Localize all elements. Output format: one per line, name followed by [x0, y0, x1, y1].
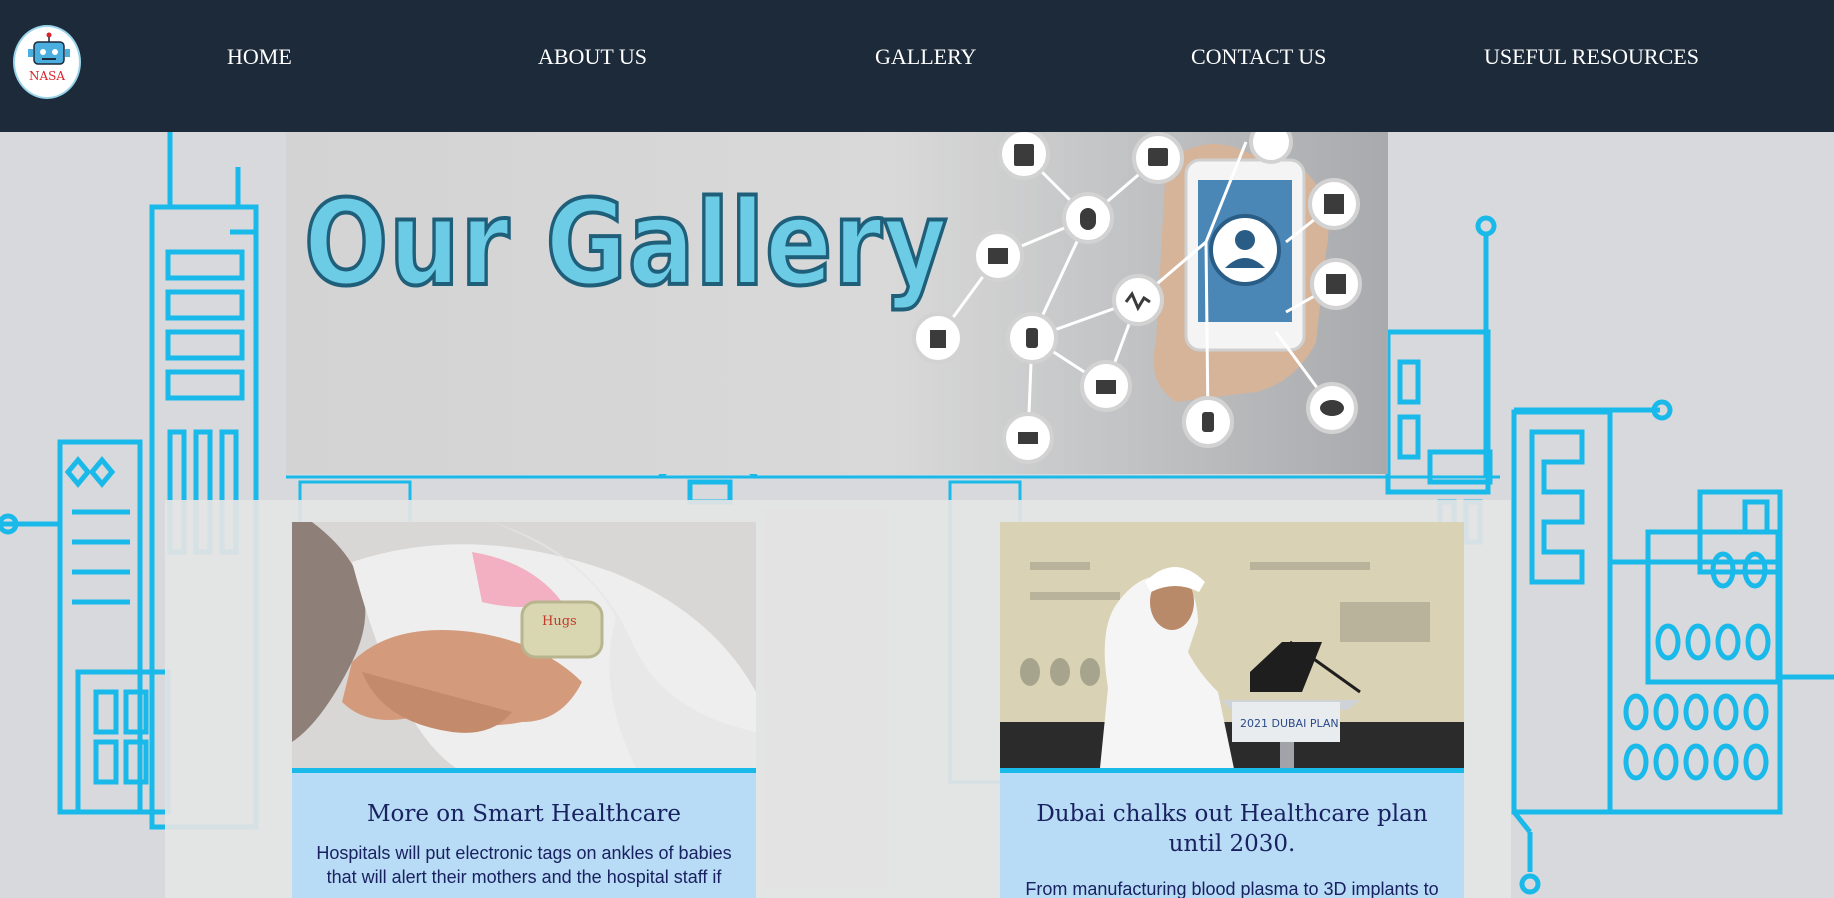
card-title[interactable]: Dubai chalks out Healthcare plan until 2…: [1008, 799, 1456, 859]
ankle-tag-text: Hugs: [542, 614, 577, 629]
nav-gallery-link[interactable]: GALLERY: [875, 44, 976, 70]
nav-home-link[interactable]: HOME: [227, 44, 292, 70]
nav-resources-link[interactable]: USEFUL RESOURCES: [1484, 44, 1699, 70]
card-text: Hospitals will put electronic tags on an…: [316, 843, 732, 887]
top-navbar: NASA HOME ABOUT US GALLERY CONTACT US US…: [0, 0, 1834, 132]
card-body: More on Smart Healthcare Hospitals will …: [292, 773, 756, 898]
card-text: From manufacturing blood plasma to 3D im…: [1025, 879, 1439, 898]
gallery-card[interactable]: 2021 DUBAI PLAN Dubai chalks out Healthc…: [1000, 522, 1464, 898]
robot-icon: [28, 32, 70, 65]
nav-contact-link[interactable]: CONTACT US: [1191, 44, 1326, 70]
podium-text: 2021 DUBAI PLAN: [1240, 717, 1339, 730]
nasa-robot-logo[interactable]: NASA: [13, 25, 81, 99]
health-network-illustration: [912, 132, 1362, 464]
gallery-hero-banner: Our Gallery: [286, 132, 1388, 474]
logo-text: NASA: [28, 69, 66, 83]
gallery-card[interactable]: Hugs More on Smart Healthcare Hospitals …: [292, 522, 756, 898]
card-body: Dubai chalks out Healthcare plan until 2…: [1000, 773, 1464, 898]
speaker-photo: 2021 DUBAI PLAN: [1000, 522, 1464, 768]
nav-about-link[interactable]: ABOUT US: [538, 44, 647, 70]
card-title[interactable]: More on Smart Healthcare: [300, 799, 748, 829]
newborn-photo: Hugs: [292, 522, 756, 768]
